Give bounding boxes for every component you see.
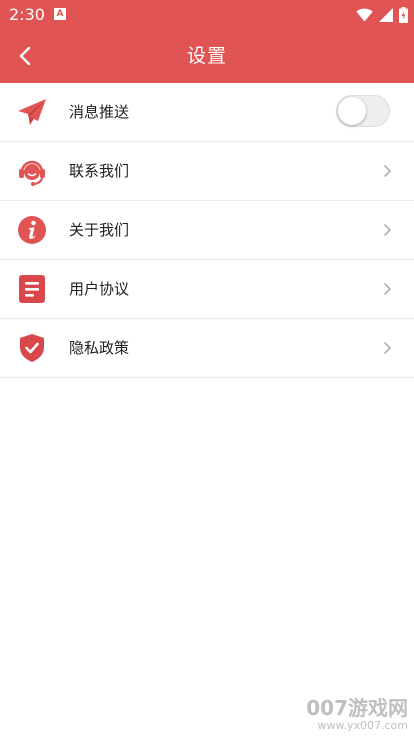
- battery-icon: [399, 7, 408, 23]
- settings-item-about-us[interactable]: 关于我们: [0, 201, 414, 260]
- chevron-right-icon: [383, 341, 392, 355]
- settings-item-label: 用户协议: [69, 280, 130, 298]
- page-title: 设置: [186, 45, 227, 67]
- info-icon: [18, 216, 46, 244]
- settings-list: 消息推送 联系我们 关于我们 用户协议 隐私政策: [0, 83, 414, 378]
- chevron-right-icon: [383, 282, 392, 296]
- wifi-icon: [356, 8, 373, 22]
- chevron-right-icon: [383, 223, 392, 237]
- settings-item-push-notifications[interactable]: 消息推送: [0, 83, 414, 142]
- settings-item-privacy-policy[interactable]: 隐私政策: [0, 319, 414, 378]
- settings-item-label: 联系我们: [69, 162, 130, 180]
- settings-item-label: 关于我们: [69, 221, 130, 239]
- status-bar: 2:30 A: [0, 0, 414, 30]
- app-header: 设置: [0, 30, 414, 83]
- push-notification-toggle[interactable]: [336, 95, 390, 127]
- watermark-title: 007游戏网: [306, 696, 408, 720]
- shield-check-icon: [20, 334, 44, 362]
- site-watermark: 007游戏网 www.yx007.com: [306, 696, 408, 732]
- settings-item-user-agreement[interactable]: 用户协议: [0, 260, 414, 319]
- settings-item-label: 隐私政策: [69, 339, 130, 357]
- signal-icon: [379, 8, 393, 22]
- settings-item-contact-us[interactable]: 联系我们: [0, 142, 414, 201]
- notification-icon: A: [54, 8, 66, 20]
- watermark-url: www.yx007.com: [317, 719, 408, 732]
- status-icons: [356, 6, 408, 24]
- chevron-right-icon: [383, 164, 392, 178]
- headset-support-icon: [19, 160, 45, 186]
- status-time: 2:30: [9, 5, 45, 24]
- document-icon: [19, 275, 45, 303]
- settings-item-label: 消息推送: [69, 103, 130, 121]
- toggle-knob: [338, 97, 366, 125]
- paper-plane-icon: [18, 99, 46, 125]
